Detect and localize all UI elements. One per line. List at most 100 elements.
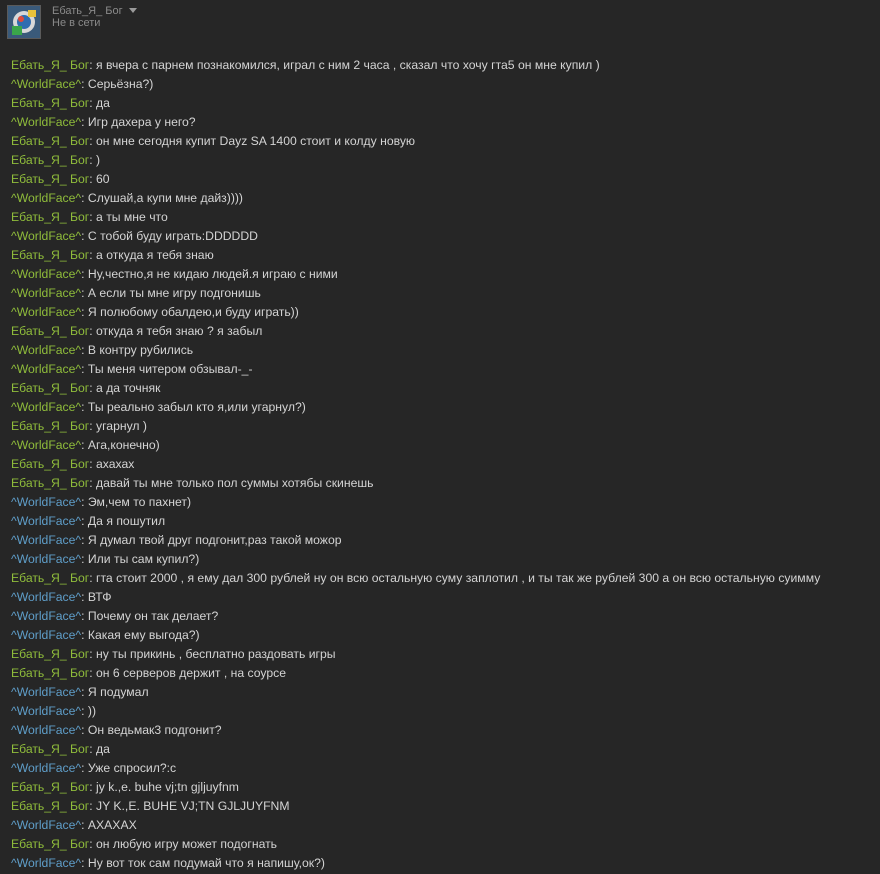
chat-message: Ебать_Я_ Бог: угарнул ) (11, 419, 147, 433)
message-text: Слушай,а купи мне дайз)))) (87, 191, 243, 205)
message-text: Я думал твой друг подгонит,раз такой мож… (87, 533, 342, 547)
message-text: Серьёзна?) (87, 77, 154, 91)
chat-header: Ебать_Я_ Бог Не в сети (0, 0, 880, 48)
chat-message: ^WorldFace^: Игр дахера у него? (11, 115, 196, 129)
message-text: С тобой буду играть:DDDDDD (87, 229, 258, 243)
message-sender: ^WorldFace^ (11, 761, 82, 775)
message-text: АХАХАХ (87, 818, 137, 832)
message-sender: ^WorldFace^ (11, 305, 82, 319)
message-sender: Ебать_Я_ Бог (11, 742, 90, 756)
message-sender: ^WorldFace^ (11, 77, 82, 91)
chat-message: ^WorldFace^: Ага,конечно) (11, 438, 160, 452)
message-sender: ^WorldFace^ (11, 229, 82, 243)
chat-message: Ебать_Я_ Бог: JY K.,E. BUHE VJ;TN GJLJUY… (11, 799, 290, 813)
message-text: Он ведьмак3 подгонит? (87, 723, 222, 737)
message-sender: Ебать_Я_ Бог (11, 210, 90, 224)
chevron-down-icon[interactable] (129, 8, 137, 13)
chat-message: ^WorldFace^: С тобой буду играть:DDDDDD (11, 229, 258, 243)
message-text: Ага,конечно) (87, 438, 160, 452)
message-sender: Ебать_Я_ Бог (11, 666, 90, 680)
chat-message: ^WorldFace^: АХАХАХ (11, 818, 137, 832)
message-sender: ^WorldFace^ (11, 552, 82, 566)
chat-message: Ебать_Я_ Бог: ) (11, 153, 101, 167)
avatar-image (8, 6, 40, 38)
message-sender: ^WorldFace^ (11, 685, 82, 699)
message-text: угарнул ) (96, 419, 147, 433)
message-sender: Ебать_Я_ Бог (11, 153, 90, 167)
chat-message: ^WorldFace^: Ну,честно,я не кидаю людей.… (11, 267, 338, 281)
message-sender: ^WorldFace^ (11, 495, 82, 509)
chat-message: Ебать_Я_ Бог: он мне сегодня купит Dayz … (11, 134, 416, 148)
chat-message: ^WorldFace^: ВТФ (11, 590, 112, 604)
chat-message: Ебать_Я_ Бог: он любую игру может подогн… (11, 837, 278, 851)
chat-message: ^WorldFace^: )) (11, 704, 97, 718)
chat-message: ^WorldFace^: Какая ему выгода?) (11, 628, 200, 642)
chat-message: Ебать_Я_ Бог: он 6 серверов держит , на … (11, 666, 287, 680)
message-text: я вчера с парнем познакомился, играл с н… (96, 58, 600, 72)
chat-message: Ебать_Я_ Бог: да (11, 742, 110, 756)
message-sender: Ебать_Я_ Бог (11, 381, 90, 395)
message-text: JY K.,E. BUHE VJ;TN GJLJUYFNM (96, 799, 290, 813)
chat-message: ^WorldFace^: Я полюбому обалдею,и буду и… (11, 305, 299, 319)
chat-message: ^WorldFace^: Эм,чем то пахнет) (11, 495, 192, 509)
message-sender: Ебать_Я_ Бог (11, 324, 90, 338)
chat-message: Ебать_Я_ Бог: а откуда я тебя знаю (11, 248, 214, 262)
chat-message: Ебать_Я_ Бог: да (11, 96, 110, 110)
message-text: он 6 серверов держит , на соурсе (96, 666, 287, 680)
message-sender: ^WorldFace^ (11, 533, 82, 547)
message-text: 60 (96, 172, 110, 186)
message-text: Эм,чем то пахнет) (87, 495, 192, 509)
chat-message: ^WorldFace^: Я подумал (11, 685, 149, 699)
avatar[interactable] (7, 5, 41, 39)
message-sender: ^WorldFace^ (11, 590, 82, 604)
chat-message: ^WorldFace^: Серьёзна?) (11, 77, 154, 91)
message-text: jy k.,e. buhe vj;tn gjljuyfnm (96, 780, 239, 794)
message-text: А если ты мне игру подгонишь (87, 286, 261, 300)
message-text: давай ты мне только пол суммы хотябы ски… (96, 476, 374, 490)
message-text: гта стоит 2000 , я ему дал 300 рублей ну… (96, 571, 821, 585)
chat-message: Ебать_Я_ Бог: я вчера с парнем познакоми… (11, 58, 600, 72)
message-text: Ну вот ток сам подумай что я напишу,ок?) (87, 856, 325, 870)
chat-message: ^WorldFace^: Уже спросил?:с (11, 761, 177, 775)
chat-message: ^WorldFace^: Ты реально забыл кто я,или … (11, 400, 306, 414)
chat-window: Ебать_Я_ Бог Не в сети Ебать_Я_ Бог: я в… (0, 0, 880, 874)
message-text: ахахах (96, 457, 135, 471)
message-text: он мне сегодня купит Dayz SA 1400 стоит … (96, 134, 416, 148)
chat-message: Ебать_Я_ Бог: давай ты мне только пол су… (11, 476, 374, 490)
user-status: Не в сети (52, 17, 101, 29)
chat-message: Ебать_Я_ Бог: 60 (11, 172, 110, 186)
chat-message: ^WorldFace^: Почему он так делает? (11, 609, 219, 623)
message-text: а откуда я тебя знаю (96, 248, 214, 262)
chat-message: ^WorldFace^: Я думал твой друг подгонит,… (11, 533, 342, 547)
message-sender: ^WorldFace^ (11, 267, 82, 281)
chat-message: ^WorldFace^: В контру рубились (11, 343, 194, 357)
chat-message: Ебать_Я_ Бог: а да точняк (11, 381, 161, 395)
user-name[interactable]: Ебать_Я_ Бог (52, 5, 123, 17)
chat-message: ^WorldFace^: Или ты сам купил?) (11, 552, 200, 566)
message-text: Уже спросил?:с (87, 761, 177, 775)
message-text: ВТФ (87, 590, 112, 604)
message-sender: ^WorldFace^ (11, 362, 82, 376)
message-text: да (96, 742, 110, 756)
chat-log: Ебать_Я_ Бог: я вчера с парнем познакоми… (11, 56, 880, 873)
message-sender: ^WorldFace^ (11, 438, 82, 452)
chat-message: Ебать_Я_ Бог: а ты мне что (11, 210, 168, 224)
chat-message: ^WorldFace^: Слушай,а купи мне дайз)))) (11, 191, 243, 205)
message-text: он любую игру может подогнать (96, 837, 278, 851)
message-sender: ^WorldFace^ (11, 286, 82, 300)
message-sender: Ебать_Я_ Бог (11, 647, 90, 661)
chat-message: Ебать_Я_ Бог: ахахах (11, 457, 135, 471)
message-text: Игр дахера у него? (87, 115, 196, 129)
message-text: ) (96, 153, 101, 167)
message-text: Ты реально забыл кто я,или угарнул?) (87, 400, 306, 414)
chat-message: Ебать_Я_ Бог: откуда я тебя знаю ? я заб… (11, 324, 263, 338)
message-text: Да я пошутил (87, 514, 166, 528)
message-text: Я полюбому обалдею,и буду играть)) (87, 305, 299, 319)
message-text: В контру рубились (87, 343, 194, 357)
chat-message: Ебать_Я_ Бог: ну ты прикинь , бесплатно … (11, 647, 336, 661)
chat-message: ^WorldFace^: Да я пошутил (11, 514, 166, 528)
message-text: Почему он так делает? (87, 609, 219, 623)
message-sender: Ебать_Я_ Бог (11, 476, 90, 490)
message-sender: ^WorldFace^ (11, 704, 82, 718)
message-text: Ты меня читером обзывал-_- (87, 362, 253, 376)
